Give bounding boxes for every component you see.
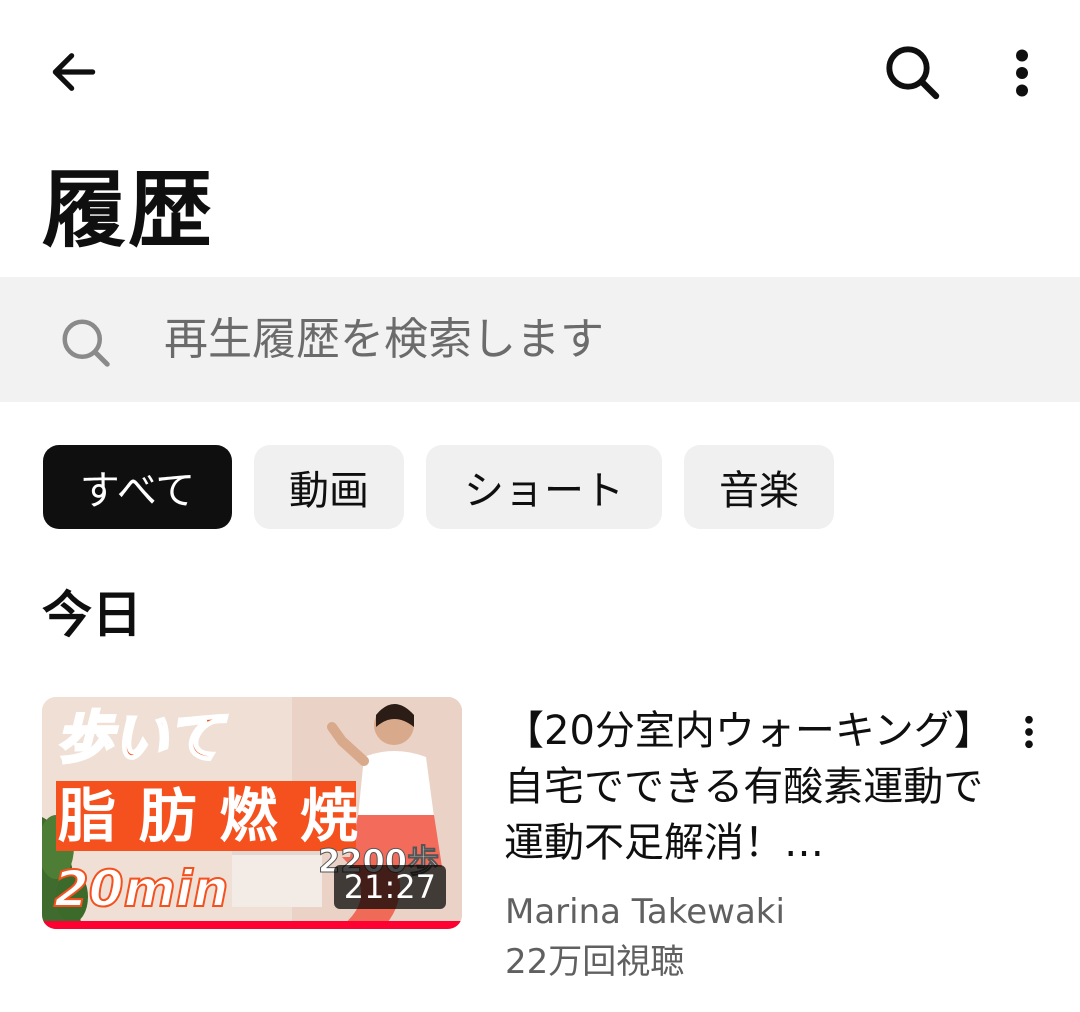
thumbnail-text-main: 脂 肪 燃 焼 (58, 783, 358, 849)
more-vertical-icon (1016, 49, 1028, 97)
search-icon (886, 46, 940, 100)
thumbnail-char: 肪 (138, 782, 197, 850)
video-duration-badge: 21:27 (333, 865, 446, 909)
thumbnail-char: 脂 (58, 782, 117, 850)
filter-chip-shorts[interactable]: ショート (426, 445, 662, 529)
thumbnail-char: 燃 (219, 782, 278, 850)
channel-name[interactable]: Marina Takewaki (505, 892, 785, 932)
video-more-button[interactable] (1004, 706, 1054, 758)
filter-chip-all[interactable]: すべて (43, 445, 232, 529)
thumbnail-text-bottom: 20min (53, 860, 229, 918)
more-vertical-icon (1025, 715, 1033, 749)
back-button[interactable] (34, 40, 114, 104)
watch-progress-bar (42, 921, 462, 929)
filter-chip-music[interactable]: 音楽 (684, 445, 834, 529)
more-options-button[interactable] (994, 38, 1050, 108)
arrow-left-icon (52, 53, 96, 91)
history-search-bar[interactable] (0, 277, 1080, 402)
history-page: 履歴 すべて 動画 ショート 音楽 今日 (0, 0, 1080, 1012)
search-button[interactable] (870, 36, 954, 108)
history-search-input[interactable] (164, 307, 1044, 371)
thumbnail-char: 焼 (299, 782, 358, 850)
video-thumbnail[interactable]: 歩いて 脂 肪 燃 焼 20min 2200歩 21:27 (42, 697, 462, 929)
view-count: 22万回視聴 (505, 942, 685, 982)
page-title: 履歴 (42, 161, 215, 259)
video-title[interactable]: 【20分室内ウォーキング】自宅でできる有酸素運動で運動不足解消！… (504, 703, 994, 871)
filter-chip-videos[interactable]: 動画 (254, 445, 404, 529)
thumbnail-text-top: 歩いて (54, 705, 223, 773)
section-title-today: 今日 (42, 586, 142, 644)
search-icon (62, 319, 110, 367)
